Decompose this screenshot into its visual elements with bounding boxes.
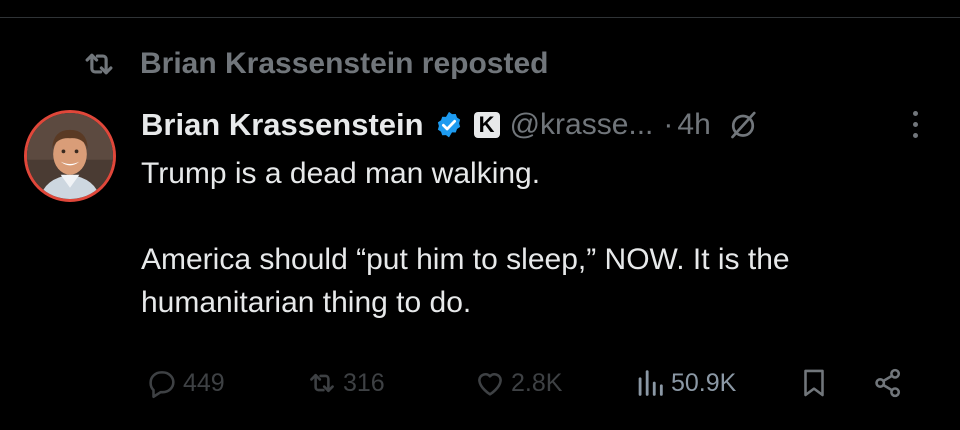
repost-icon bbox=[310, 373, 334, 393]
repost-indicator[interactable]: Brian Krassenstein reposted bbox=[80, 44, 548, 84]
like-button[interactable]: 2.8K bbox=[473, 358, 562, 408]
author-name[interactable]: Brian Krassenstein bbox=[141, 107, 424, 143]
post-header: Brian Krassenstein K @krasse... · 4h bbox=[141, 100, 761, 150]
views-chart-icon bbox=[638, 370, 663, 396]
affiliate-badge-letter: K bbox=[478, 112, 495, 137]
share-icon bbox=[875, 368, 901, 398]
post-text-line: America should “put him to sleep,” NOW. … bbox=[141, 243, 790, 319]
avatar[interactable] bbox=[24, 110, 116, 202]
more-options-button[interactable] bbox=[900, 104, 930, 144]
post-text: Trump is a dead man walking. America sho… bbox=[141, 152, 931, 324]
views-count: 50.9K bbox=[671, 368, 737, 397]
author-handle[interactable]: @krasse... bbox=[510, 108, 654, 142]
bookmark-button[interactable] bbox=[797, 358, 835, 408]
action-bar: 449 316 2.8K 50.9K bbox=[145, 358, 925, 408]
post-text-line: Trump is a dead man walking. bbox=[141, 157, 541, 190]
reply-icon bbox=[149, 371, 175, 399]
verified-badge-icon[interactable] bbox=[434, 110, 464, 140]
like-count: 2.8K bbox=[511, 368, 563, 397]
affiliate-badge-icon[interactable]: K bbox=[473, 112, 500, 138]
more-dot-icon bbox=[912, 132, 918, 138]
more-dot-icon bbox=[912, 121, 918, 127]
grok-icon[interactable] bbox=[725, 107, 761, 143]
avatar-photo bbox=[27, 113, 113, 199]
post-time[interactable]: 4h bbox=[677, 108, 710, 142]
more-dot-icon bbox=[912, 110, 918, 116]
views-button[interactable]: 50.9K bbox=[633, 358, 736, 408]
repost-button[interactable]: 316 bbox=[305, 358, 385, 408]
top-divider bbox=[0, 0, 960, 18]
repost-icon bbox=[85, 53, 113, 75]
reply-count: 449 bbox=[183, 368, 225, 397]
share-button[interactable] bbox=[871, 358, 909, 408]
reply-button[interactable]: 449 bbox=[145, 358, 225, 408]
separator-dot: · bbox=[663, 108, 674, 141]
repost-count: 316 bbox=[343, 368, 385, 397]
bookmark-icon bbox=[804, 369, 824, 397]
repost-label: Brian Krassenstein reposted bbox=[140, 47, 549, 80]
heart-icon bbox=[478, 373, 502, 396]
